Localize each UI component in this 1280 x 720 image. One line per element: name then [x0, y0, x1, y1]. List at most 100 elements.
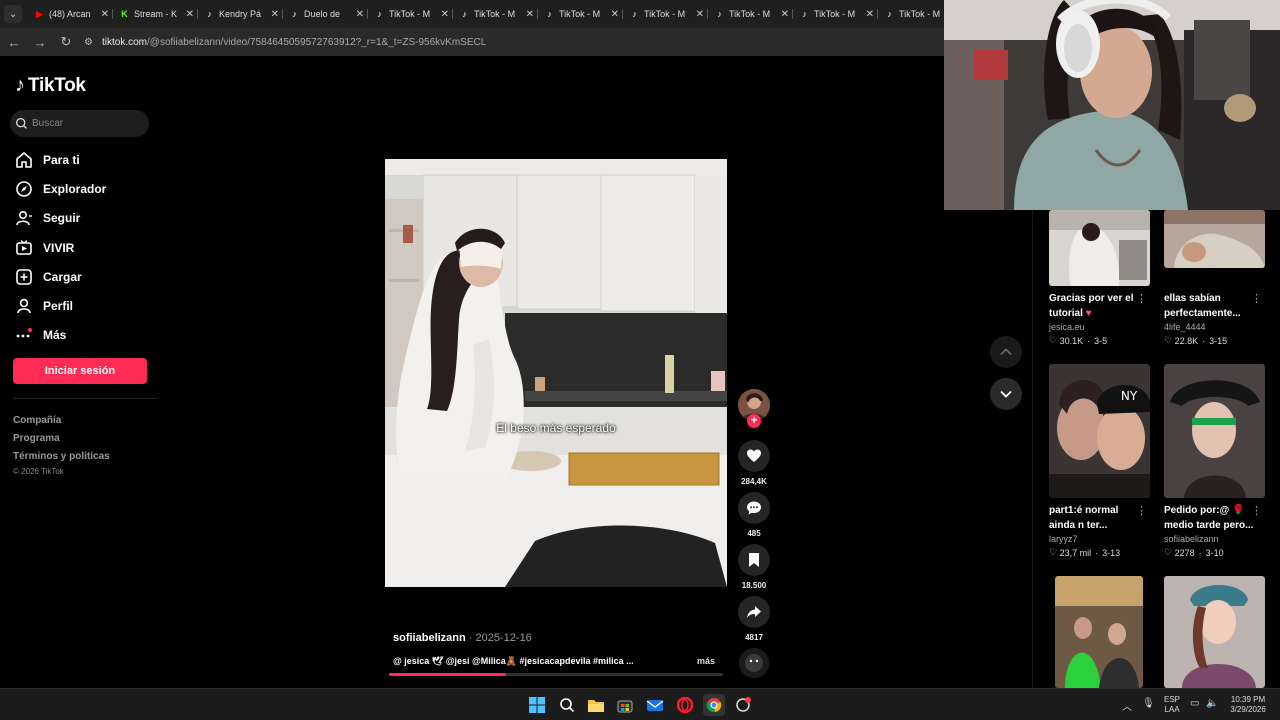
forward-arrow-icon[interactable]: →: [28, 30, 52, 54]
music-disc-icon[interactable]: [739, 648, 769, 678]
follow-plus-button[interactable]: +: [747, 414, 761, 428]
more-options-icon[interactable]: ⋮: [1251, 504, 1262, 517]
network-icon[interactable]: ▭: [1190, 698, 1199, 709]
clock[interactable]: 10:39 PM 3/29/2026: [1222, 695, 1274, 715]
volume-icon[interactable]: 🔈: [1206, 698, 1218, 709]
url-field[interactable]: ⚙ tiktok.com/@sofiiabelizann/video/75846…: [84, 31, 938, 53]
sidebar-item-perfil[interactable]: Perfil: [15, 291, 106, 320]
language-indicator[interactable]: ESP LAA: [1160, 695, 1184, 715]
video-progress-bar[interactable]: [389, 673, 723, 676]
close-tab-icon[interactable]: ✕: [866, 9, 874, 20]
close-tab-icon[interactable]: ✕: [526, 9, 534, 20]
close-tab-icon[interactable]: ✕: [356, 9, 364, 20]
login-button[interactable]: Iniciar sesión: [13, 358, 147, 384]
browser-tab[interactable]: ♪TikTok - M✕: [453, 3, 538, 25]
browser-tab[interactable]: ♪ Kendry Pá ✕: [198, 3, 283, 25]
browser-tab[interactable]: ♪ Duelo de ✕: [283, 3, 368, 25]
tab-search-chevron-icon[interactable]: ⌄: [4, 5, 22, 23]
search-input[interactable]: [32, 118, 132, 129]
sidebar-item-mas[interactable]: Más: [15, 321, 106, 350]
author-name[interactable]: sofiiabelizann: [393, 632, 466, 644]
close-tab-icon[interactable]: ✕: [101, 9, 109, 20]
browser-tab[interactable]: K Stream - K ✕: [113, 3, 198, 25]
sidebar-item-seguir[interactable]: Seguir: [15, 204, 106, 233]
search-icon[interactable]: [556, 694, 578, 716]
sidebar-divider: [13, 398, 158, 399]
related-video-thumbnail[interactable]: [1049, 210, 1150, 286]
sidebar-item-vivir[interactable]: VIVIR: [15, 233, 106, 262]
tiktok-logo[interactable]: ♪ TikTok: [15, 74, 86, 97]
reload-icon[interactable]: ↻: [54, 30, 78, 54]
related-video-author[interactable]: jesica.eu: [1049, 322, 1151, 332]
back-arrow-icon[interactable]: ←: [2, 30, 26, 54]
related-video-card[interactable]: [1164, 576, 1266, 688]
share-action[interactable]: 4817: [737, 596, 771, 642]
more-description-button[interactable]: más: [697, 656, 715, 666]
comment-action[interactable]: 485: [737, 492, 771, 538]
video-player[interactable]: El beso más esperado: [385, 159, 727, 587]
footer-link-terms[interactable]: Términos y políticas: [13, 448, 110, 466]
related-video-card[interactable]: NY ⋮ part1:é normal ainda n ter... laryyz…: [1049, 364, 1151, 558]
related-video-author[interactable]: sofiiabelizann: [1164, 534, 1266, 544]
related-video-thumbnail[interactable]: [1164, 210, 1265, 268]
related-video-thumbnail[interactable]: [1164, 364, 1265, 498]
save-action[interactable]: 18.500: [737, 544, 771, 590]
related-video-likes: 30.1K: [1059, 335, 1084, 346]
related-video-card[interactable]: ⋮ Pedido por:@ 🌹 medio tarde pero... sofi…: [1164, 364, 1266, 558]
close-tab-icon[interactable]: ✕: [611, 9, 619, 20]
related-video-thumbnail[interactable]: NY: [1049, 364, 1150, 498]
previous-video-button[interactable]: [990, 336, 1022, 368]
browser-tab[interactable]: ♪TikTok - M✕: [793, 3, 878, 25]
browser-tab[interactable]: ♪TikTok - M✕: [368, 3, 453, 25]
microphone-icon[interactable]: 🎙: [1142, 698, 1155, 709]
title-line-2: perfectamente...: [1164, 308, 1241, 319]
sidebar-item-cargar[interactable]: Cargar: [15, 262, 106, 291]
comment-icon[interactable]: [738, 492, 770, 524]
site-info-icon[interactable]: ⚙: [84, 37, 98, 48]
like-action[interactable]: 284,4K: [737, 440, 771, 486]
next-video-button[interactable]: [990, 378, 1022, 410]
chrome-icon[interactable]: [703, 694, 725, 716]
sidebar-item-para-ti[interactable]: Para ti: [15, 145, 106, 174]
tiktok-icon: ♪: [632, 9, 637, 19]
related-video-card[interactable]: ⋮ Gracias por ver el tutorial ♥ jesica.eu…: [1049, 210, 1151, 346]
share-icon[interactable]: [738, 596, 770, 628]
browser-tab[interactable]: ▶ (48) Arcan ✕: [28, 3, 113, 25]
tab-label: TikTok - M: [474, 9, 516, 19]
close-tab-icon[interactable]: ✕: [781, 9, 789, 20]
more-options-icon[interactable]: ⋮: [1136, 292, 1147, 305]
close-tab-icon[interactable]: ✕: [271, 9, 279, 20]
footer-link-company[interactable]: Compañía: [13, 412, 110, 430]
windows-start-icon[interactable]: [526, 694, 548, 716]
browser-tab[interactable]: ♪TikTok - M✕: [878, 3, 944, 25]
close-tab-icon[interactable]: ✕: [696, 9, 704, 20]
related-video-date: 3-15: [1209, 335, 1228, 346]
sidebar-item-explorador[interactable]: Explorador: [15, 174, 106, 203]
related-video-author[interactable]: laryyz7: [1049, 534, 1151, 544]
related-video-thumbnail[interactable]: [1164, 576, 1265, 688]
related-video-author[interactable]: 4life_4444: [1164, 322, 1266, 332]
more-options-icon[interactable]: ⋮: [1251, 292, 1262, 305]
browser-tab[interactable]: ♪TikTok - M✕: [623, 3, 708, 25]
browser-tab[interactable]: ♪TikTok - M✕: [708, 3, 793, 25]
bookmark-icon[interactable]: [738, 544, 770, 576]
close-tab-icon[interactable]: ✕: [441, 9, 449, 20]
close-tab-icon[interactable]: ✕: [186, 9, 194, 20]
opera-icon[interactable]: [674, 694, 696, 716]
browser-tab[interactable]: ♪TikTok - M✕: [538, 3, 623, 25]
microsoft-store-icon[interactable]: [614, 694, 636, 716]
mail-icon[interactable]: [644, 694, 666, 716]
footer-link-program[interactable]: Programa: [13, 430, 110, 448]
file-explorer-icon[interactable]: [585, 694, 607, 716]
tab-label: TikTok - M: [729, 9, 771, 19]
related-video-card[interactable]: [1055, 576, 1157, 688]
title-line-2: ainda n ter...: [1049, 520, 1108, 531]
search-box[interactable]: [10, 110, 149, 137]
more-options-icon[interactable]: ⋮: [1136, 504, 1147, 517]
heart-icon[interactable]: [738, 440, 770, 472]
keyboard-layout: LAA: [1164, 705, 1180, 714]
chevron-up-icon[interactable]: ︿: [1122, 698, 1132, 713]
related-video-thumbnail[interactable]: [1055, 576, 1143, 688]
app-badge-icon[interactable]: [732, 694, 754, 716]
related-video-card[interactable]: ⋮ ellas sabían perfectamente... 4life_444…: [1164, 210, 1266, 346]
